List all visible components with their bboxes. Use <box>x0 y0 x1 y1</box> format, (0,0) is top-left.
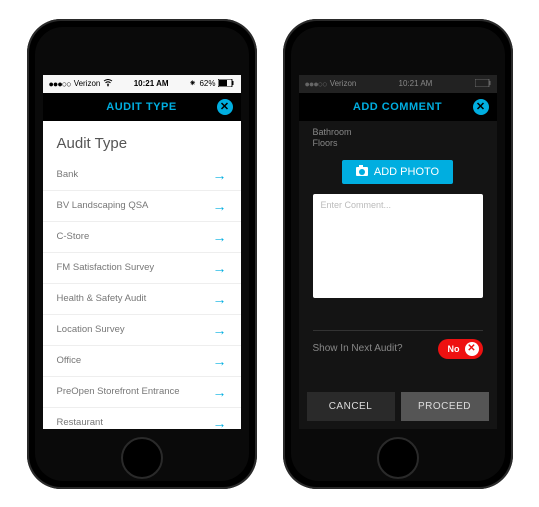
list-item[interactable]: PreOpen Storefront Entrance → <box>43 377 241 408</box>
status-bar: ●●●○○ Verizon 10:21 AM <box>299 75 497 93</box>
clock: 10:21 AM <box>399 79 433 88</box>
carrier-label: Verizon <box>330 79 357 88</box>
comment-placeholder: Enter Comment... <box>321 200 392 210</box>
battery-icon <box>475 79 491 89</box>
chevron-right-icon: → <box>213 260 227 276</box>
list-item[interactable]: Restaurant → <box>43 408 241 429</box>
action-bar: CANCEL PROCEED <box>299 384 497 429</box>
screen-audit-type: ●●●○○ Verizon 10:21 AM ⁕ 62% AUDIT TYPE <box>43 75 241 429</box>
context-path: Bathroom Floors <box>299 121 497 152</box>
signal-icon: ●●●○○ <box>305 79 327 89</box>
list-item[interactable]: BV Landscaping QSA → <box>43 191 241 222</box>
header-bar: AUDIT TYPE ✕ <box>43 93 241 121</box>
list-item-label: Restaurant <box>57 417 103 428</box>
list-item[interactable]: FM Satisfaction Survey → <box>43 253 241 284</box>
list-item-label: C-Store <box>57 231 90 242</box>
phone-right: ●●●○○ Verizon 10:21 AM ADD COMMENT ✕ Bat… <box>283 19 513 489</box>
chevron-right-icon: → <box>213 291 227 307</box>
wifi-icon <box>103 79 113 89</box>
home-button[interactable] <box>121 437 163 479</box>
list-item-label: BV Landscaping QSA <box>57 200 149 211</box>
list-item[interactable]: Location Survey → <box>43 315 241 346</box>
toggle-knob-close-icon: ✕ <box>465 342 479 356</box>
chevron-right-icon: → <box>213 322 227 338</box>
status-bar: ●●●○○ Verizon 10:21 AM ⁕ 62% <box>43 75 241 93</box>
phone-left: ●●●○○ Verizon 10:21 AM ⁕ 62% AUDIT TYPE <box>27 19 257 489</box>
context-line-1: Bathroom <box>313 127 483 139</box>
toggle-label: Show In Next Audit? <box>313 343 403 354</box>
list-item[interactable]: Health & Safety Audit → <box>43 284 241 315</box>
header-title: AUDIT TYPE <box>106 101 176 113</box>
list-item-label: Location Survey <box>57 324 125 335</box>
list-item-label: Bank <box>57 169 79 180</box>
chevron-right-icon: → <box>213 167 227 183</box>
chevron-right-icon: → <box>213 415 227 429</box>
clock: 10:21 AM <box>134 79 169 88</box>
section-title: Audit Type <box>43 121 241 160</box>
carrier-label: Verizon <box>74 79 101 88</box>
list-item[interactable]: Bank → <box>43 160 241 191</box>
comment-input[interactable]: Enter Comment... <box>313 194 483 298</box>
camera-icon <box>356 167 368 176</box>
add-photo-button[interactable]: ADD PHOTO <box>342 160 453 184</box>
close-icon[interactable]: ✕ <box>473 99 489 115</box>
chevron-right-icon: → <box>213 229 227 245</box>
cancel-button[interactable]: CANCEL <box>307 392 395 421</box>
header-bar: ADD COMMENT ✕ <box>299 93 497 121</box>
battery-icon <box>218 79 234 89</box>
battery-label: 62% <box>199 79 215 88</box>
proceed-button[interactable]: PROCEED <box>401 392 489 421</box>
context-line-2: Floors <box>313 138 483 150</box>
list-item[interactable]: Office → <box>43 346 241 377</box>
list-item[interactable]: C-Store → <box>43 222 241 253</box>
add-photo-label: ADD PHOTO <box>374 166 439 178</box>
home-button[interactable] <box>377 437 419 479</box>
list-item-label: PreOpen Storefront Entrance <box>57 386 180 397</box>
close-icon[interactable]: ✕ <box>217 99 233 115</box>
chevron-right-icon: → <box>213 384 227 400</box>
chevron-right-icon: → <box>213 198 227 214</box>
chevron-right-icon: → <box>213 353 227 369</box>
toggle-value: No <box>448 344 460 354</box>
screen-add-comment: ●●●○○ Verizon 10:21 AM ADD COMMENT ✕ Bat… <box>299 75 497 429</box>
list-item-label: Health & Safety Audit <box>57 293 147 304</box>
list-item-label: FM Satisfaction Survey <box>57 262 155 273</box>
show-next-audit-toggle[interactable]: No ✕ <box>438 339 483 359</box>
list-item-label: Office <box>57 355 82 366</box>
toggle-row: Show In Next Audit? No ✕ <box>313 330 483 367</box>
content-area: Audit Type Bank→BV Landscaping QSA→C-Sto… <box>43 121 241 429</box>
content-area: Bathroom Floors ADD PHOTO Enter Comment.… <box>299 121 497 429</box>
signal-icon: ●●●○○ <box>49 79 71 89</box>
header-title: ADD COMMENT <box>353 101 442 113</box>
bluetooth-icon: ⁕ <box>189 78 197 89</box>
